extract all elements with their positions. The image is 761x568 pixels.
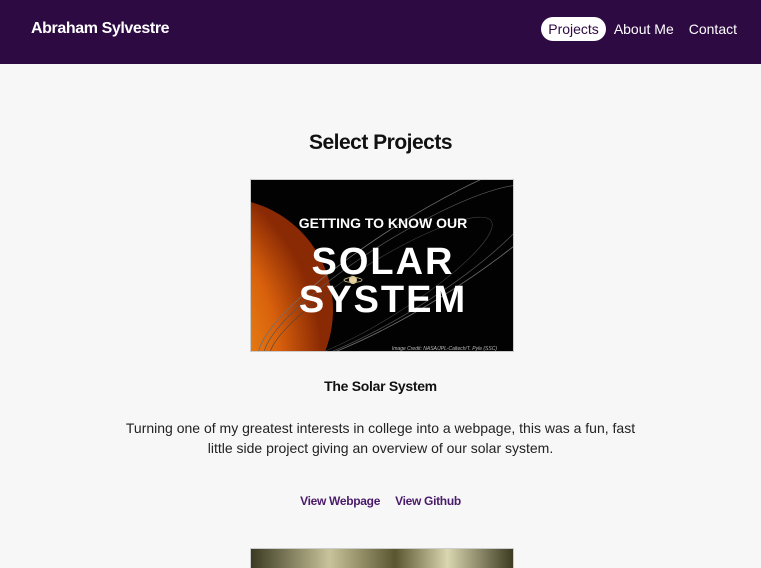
navbar: Abraham Sylvestre Projects About Me Cont… [0, 0, 761, 64]
thumbnail-credit: Image Credit: NASA/JPL-Caltech/T. Pyle (… [392, 346, 497, 352]
nav-contact[interactable]: Contact [682, 17, 744, 41]
nav-about-me[interactable]: About Me [607, 17, 681, 41]
nav-projects[interactable]: Projects [541, 17, 606, 41]
solar-system-thumbnail[interactable]: GETTING TO KNOW OUR SOLAR SYSTEM Image C… [250, 179, 514, 352]
section-title: Select Projects [308, 131, 453, 154]
thumbnail-line2: SOLAR [312, 241, 455, 283]
thumbnail-line1: GETTING TO KNOW OUR [299, 215, 468, 231]
brand-name[interactable]: Abraham Sylvestre [31, 20, 170, 38]
project-description: Turning one of my greatest interests in … [125, 420, 636, 456]
next-project-thumbnail[interactable] [250, 548, 514, 568]
view-github-link[interactable]: View Github [395, 494, 461, 508]
project-links: View Webpage View Github [0, 494, 761, 508]
nav-links: Projects About Me Contact [540, 17, 744, 41]
thumbnail-line3: SYSTEM [299, 279, 467, 321]
project-title: The Solar System [324, 378, 437, 394]
view-webpage-link[interactable]: View Webpage [300, 494, 380, 508]
